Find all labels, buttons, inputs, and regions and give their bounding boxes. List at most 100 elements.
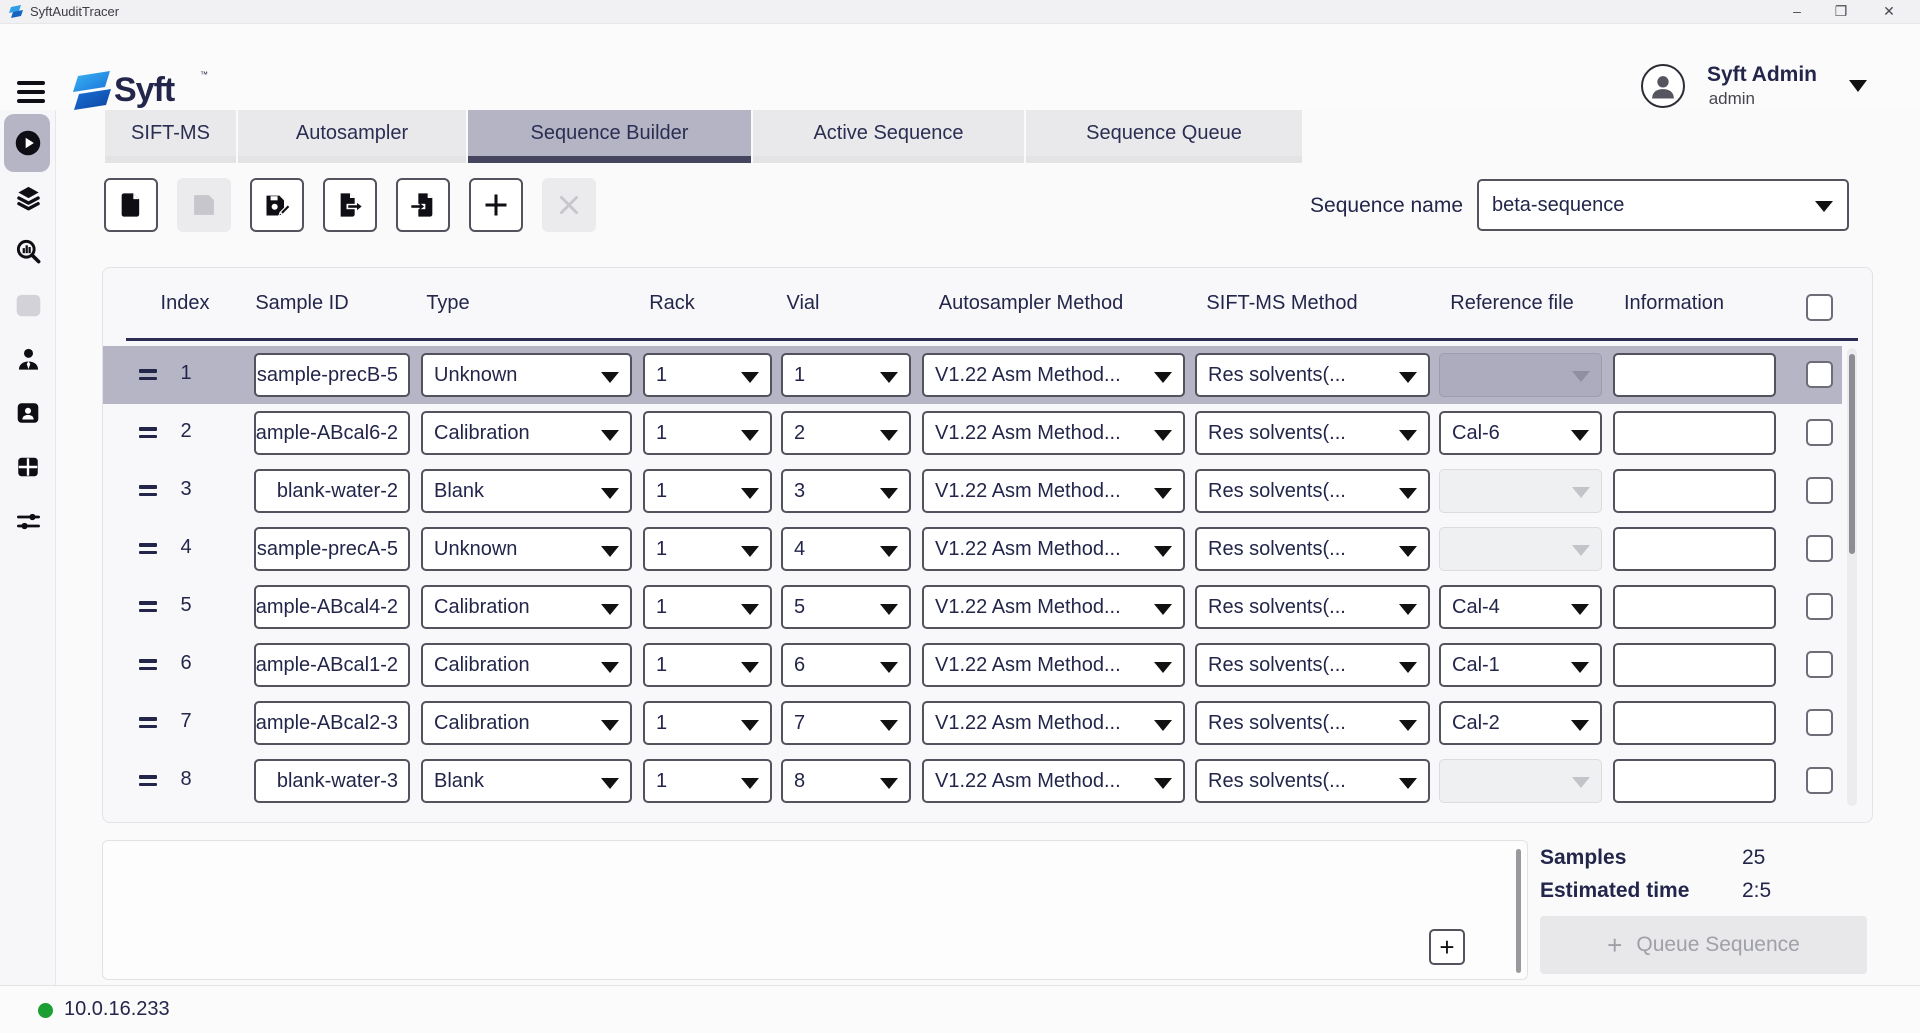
vial-select[interactable]: 4 [781, 527, 911, 571]
information-input[interactable] [1613, 643, 1776, 687]
type-select[interactable]: Calibration [421, 643, 632, 687]
row-checkbox[interactable] [1806, 651, 1833, 678]
autosampler-method-select[interactable]: V1.22 Asm Method... [922, 353, 1185, 397]
sidebar-item-layers[interactable] [0, 170, 56, 224]
reference-file-select[interactable]: Cal-2 [1439, 701, 1602, 745]
rack-select[interactable]: 1 [643, 701, 772, 745]
reference-file-select[interactable]: Cal-6 [1439, 411, 1602, 455]
vial-select[interactable]: 2 [781, 411, 911, 455]
sidebar-item-table[interactable] [0, 440, 56, 494]
row-checkbox[interactable] [1806, 593, 1833, 620]
select-all-checkbox[interactable] [1806, 294, 1833, 321]
drag-handle-icon[interactable] [139, 717, 157, 729]
save-as-button[interactable] [250, 178, 304, 232]
siftms-method-select[interactable]: Res solvents(... [1195, 469, 1430, 513]
sample-id-input[interactable]: sample-ABcal2-3 [254, 701, 410, 745]
reference-file-select[interactable]: Cal-1 [1439, 643, 1602, 687]
tab-autosampler[interactable]: Autosampler [238, 110, 466, 163]
reference-file-select[interactable]: Cal-4 [1439, 585, 1602, 629]
sample-id-input[interactable]: sample-ABcal6-2 [254, 411, 410, 455]
siftms-method-select[interactable]: Res solvents(... [1195, 585, 1430, 629]
import-sequence-button[interactable] [396, 178, 450, 232]
sidebar-item-analysis[interactable] [0, 224, 56, 278]
sequence-name-select[interactable]: beta-sequence [1477, 179, 1849, 231]
type-select[interactable]: Calibration [421, 701, 632, 745]
vial-select[interactable]: 1 [781, 353, 911, 397]
autosampler-method-select[interactable]: V1.22 Asm Method... [922, 585, 1185, 629]
tab-sift-ms[interactable]: SIFT-MS [105, 110, 236, 163]
sidebar-item-run[interactable] [0, 116, 56, 170]
autosampler-method-select[interactable]: V1.22 Asm Method... [922, 527, 1185, 571]
type-select[interactable]: Calibration [421, 411, 632, 455]
sample-id-input[interactable]: blank-water-2 [254, 469, 410, 513]
information-input[interactable] [1613, 701, 1776, 745]
row-checkbox[interactable] [1806, 419, 1833, 446]
panel-add-button[interactable]: + [1429, 929, 1465, 965]
information-input[interactable] [1613, 469, 1776, 513]
tab-sequence-builder[interactable]: Sequence Builder [468, 110, 751, 163]
information-input[interactable] [1613, 353, 1776, 397]
sample-id-input[interactable]: sample-ABcal1-2 [254, 643, 410, 687]
type-select[interactable]: Calibration [421, 585, 632, 629]
row-checkbox[interactable] [1806, 361, 1833, 388]
vial-select[interactable]: 6 [781, 643, 911, 687]
vial-select[interactable]: 5 [781, 585, 911, 629]
sidebar-item-contacts[interactable] [0, 386, 56, 440]
drag-handle-icon[interactable] [139, 601, 157, 613]
siftms-method-select[interactable]: Res solvents(... [1195, 643, 1430, 687]
information-input[interactable] [1613, 585, 1776, 629]
rack-select[interactable]: 1 [643, 353, 772, 397]
autosampler-method-select[interactable]: V1.22 Asm Method... [922, 759, 1185, 803]
hamburger-menu-icon[interactable] [17, 81, 45, 103]
autosampler-method-select[interactable]: V1.22 Asm Method... [922, 643, 1185, 687]
add-row-button[interactable] [469, 178, 523, 232]
drag-handle-icon[interactable] [139, 775, 157, 787]
autosampler-method-select[interactable]: V1.22 Asm Method... [922, 469, 1185, 513]
type-select[interactable]: Unknown [421, 353, 632, 397]
sample-id-input[interactable]: sample-ABcal4-2 [254, 585, 410, 629]
drag-handle-icon[interactable] [139, 427, 157, 439]
vial-select[interactable]: 7 [781, 701, 911, 745]
rack-select[interactable]: 1 [643, 411, 772, 455]
row-checkbox[interactable] [1806, 767, 1833, 794]
rack-select[interactable]: 1 [643, 585, 772, 629]
user-menu[interactable]: Syft Admin admin [1615, 62, 1875, 114]
siftms-method-select[interactable]: Res solvents(... [1195, 759, 1430, 803]
scrollbar-thumb[interactable] [1849, 354, 1855, 554]
row-checkbox[interactable] [1806, 535, 1833, 562]
sidebar-item-settings[interactable] [0, 494, 56, 548]
tab-active-sequence[interactable]: Active Sequence [753, 110, 1024, 163]
new-sequence-button[interactable] [104, 178, 158, 232]
rack-select[interactable]: 1 [643, 527, 772, 571]
information-input[interactable] [1613, 411, 1776, 455]
information-input[interactable] [1613, 759, 1776, 803]
window-maximize-button[interactable]: ❐ [1824, 0, 1858, 24]
siftms-method-select[interactable]: Res solvents(... [1195, 353, 1430, 397]
row-checkbox[interactable] [1806, 477, 1833, 504]
sidebar-item-users[interactable] [0, 332, 56, 386]
information-input[interactable] [1613, 527, 1776, 571]
tab-sequence-queue[interactable]: Sequence Queue [1026, 110, 1302, 163]
drag-handle-icon[interactable] [139, 369, 157, 381]
siftms-method-select[interactable]: Res solvents(... [1195, 527, 1430, 571]
drag-handle-icon[interactable] [139, 659, 157, 671]
sample-id-input[interactable]: sample-precA-5 [254, 527, 410, 571]
rack-select[interactable]: 1 [643, 643, 772, 687]
panel-scrollbar[interactable] [1516, 849, 1521, 973]
table-scrollbar[interactable] [1847, 348, 1857, 806]
window-minimize-button[interactable]: – [1780, 0, 1814, 24]
window-close-button[interactable]: ✕ [1872, 0, 1906, 24]
sample-id-input[interactable]: blank-water-3 [254, 759, 410, 803]
autosampler-method-select[interactable]: V1.22 Asm Method... [922, 411, 1185, 455]
row-checkbox[interactable] [1806, 709, 1833, 736]
siftms-method-select[interactable]: Res solvents(... [1195, 411, 1430, 455]
drag-handle-icon[interactable] [139, 485, 157, 497]
sample-id-input[interactable]: sample-precB-5 [254, 353, 410, 397]
vial-select[interactable]: 3 [781, 469, 911, 513]
siftms-method-select[interactable]: Res solvents(... [1195, 701, 1430, 745]
type-select[interactable]: Blank [421, 759, 632, 803]
vial-select[interactable]: 8 [781, 759, 911, 803]
rack-select[interactable]: 1 [643, 759, 772, 803]
type-select[interactable]: Unknown [421, 527, 632, 571]
export-sequence-button[interactable] [323, 178, 377, 232]
